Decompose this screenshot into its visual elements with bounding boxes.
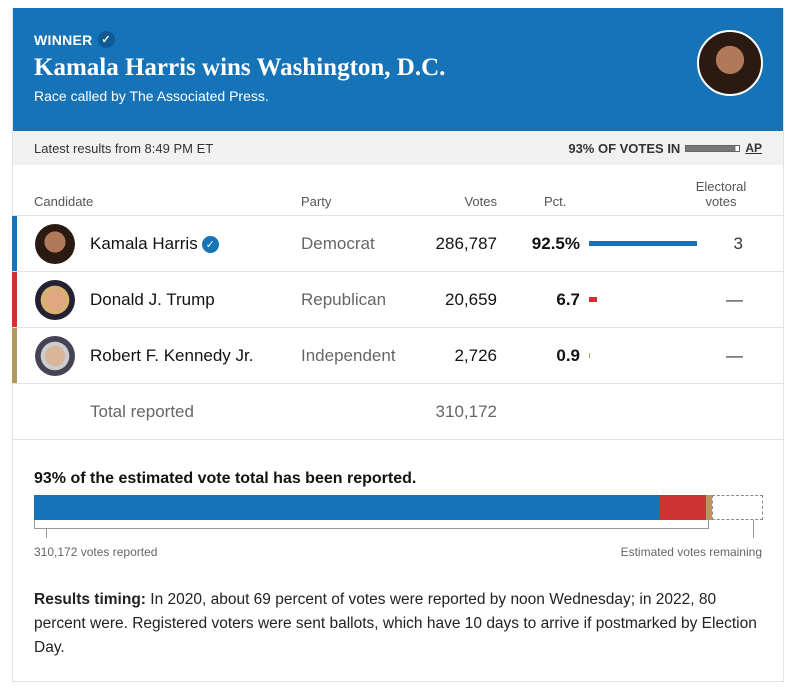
candidate-name: Robert F. Kennedy Jr. [90,346,254,365]
party: Democrat [301,234,375,253]
pct-bar [589,241,698,246]
race-call-note: Race called by The Associated Press. [34,88,269,104]
table-header: Candidate Party Votes Pct. Electoral vot… [13,165,783,216]
winner-photo [697,30,763,96]
reporting-segment [660,495,706,520]
total-label: Total reported [90,402,194,421]
results-timing: Results timing: In 2020, about 69 percen… [34,588,764,660]
votes-in: 93% OF VOTES IN [568,140,681,156]
electoral-votes: 3 [733,234,743,253]
remaining-segment [711,495,763,520]
status-bar: Latest results from 8:49 PM ET 93% OF VO… [13,131,783,165]
candidate-row: Kamala Harris ✓ Democrat 286,787 92.5% 3 [12,216,783,272]
reporting-bar [34,495,763,520]
party-color-bar [12,216,17,271]
winner-check-icon: ✓ [201,236,219,254]
party: Republican [301,290,387,309]
votes: 286,787 [435,234,497,253]
votes: 20,659 [445,290,497,309]
col-candidate: Candidate [34,194,94,209]
headline: Kamala Harris wins Washington, D.C. [34,54,446,81]
candidate-row: Robert F. Kennedy Jr. Independent 2,726 … [12,328,783,384]
candidate-name: Kamala Harris ✓ [90,234,219,254]
party: Independent [301,346,396,365]
party-color-bar [12,272,17,327]
reporting-headline: 93% of the estimated vote total has been… [34,470,417,487]
timing-label: Results timing: [34,591,146,608]
total-row: Total reported 310,172 [13,384,783,440]
winner-label: WINNER [34,31,93,48]
pct: 6.7 [556,290,580,309]
ap-link[interactable]: AP [745,141,762,155]
winner-header: WINNER ✓ Kamala Harris wins Washington, D… [13,8,783,131]
tick [753,520,754,538]
pct-bar [589,353,591,358]
votes-remaining-label: Estimated votes remaining [620,545,762,559]
col-votes: Votes [464,194,497,209]
col-electoral: Electoral votes [695,179,747,209]
reporting-segment [34,495,661,520]
candidate-photo [35,336,75,376]
party-color-bar [12,328,17,383]
tick [46,529,47,538]
check-icon: ✓ [97,31,115,48]
pct-bar [589,297,597,302]
electoral-votes: — [726,290,743,309]
latest-results: Latest results from 8:49 PM ET [34,140,214,156]
candidate-name: Donald J. Trump [90,290,215,309]
electoral-votes: — [726,346,743,365]
pct: 92.5% [531,234,580,253]
results-card: WINNER ✓ Kamala Harris wins Washington, D… [12,8,784,682]
total-votes: 310,172 [435,402,497,421]
votes-reported-label: 310,172 votes reported [34,545,158,559]
candidate-photo [35,224,75,264]
col-party: Party [301,194,332,209]
pct: 0.9 [556,346,580,365]
candidate-row: Donald J. Trump Republican 20,659 6.7 — [12,272,783,328]
votes: 2,726 [454,346,497,365]
reported-bracket [34,520,709,529]
col-pct: Pct. [544,194,567,209]
votes-in-progress [685,144,741,152]
candidate-photo [35,280,75,320]
